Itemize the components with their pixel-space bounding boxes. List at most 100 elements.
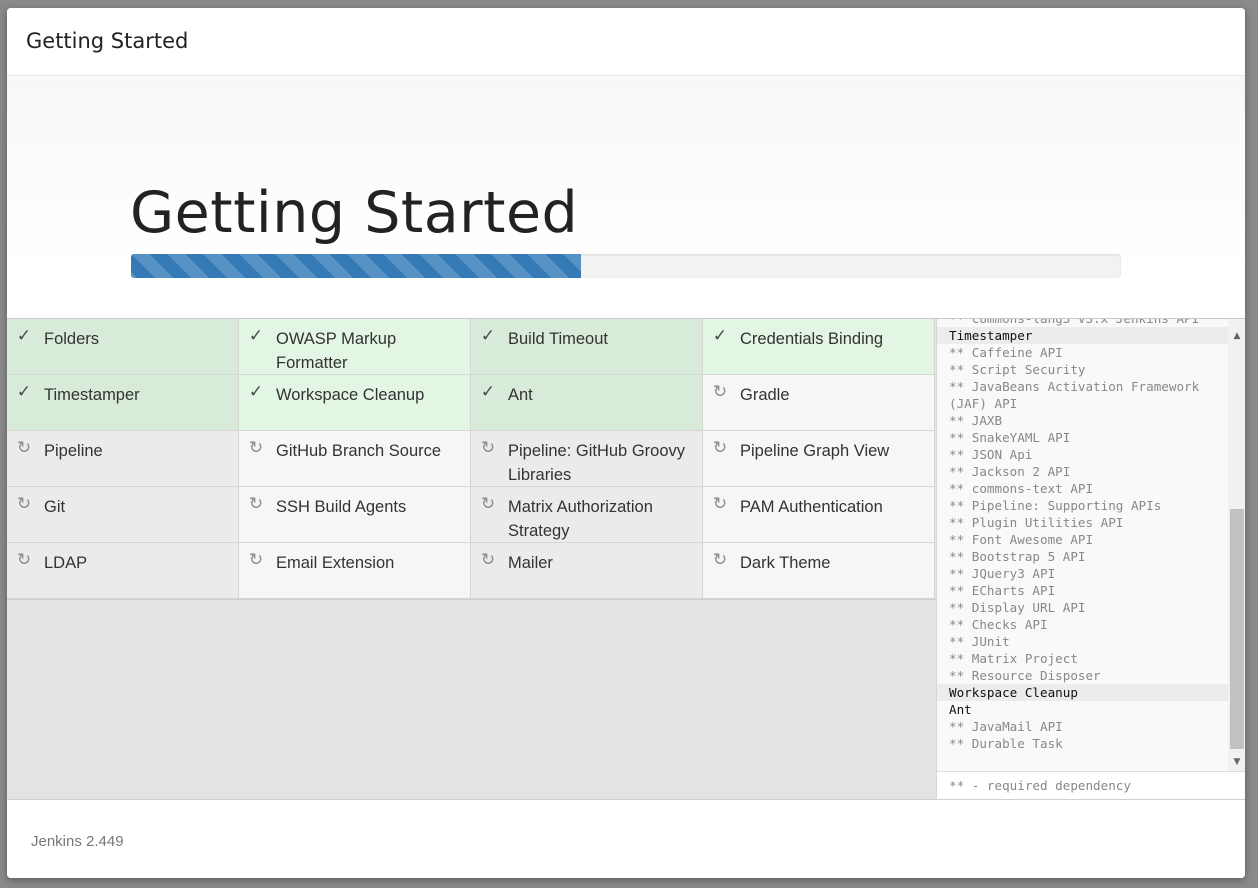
log-dependency-line: ** JUnit [949,634,1010,649]
plugin-item: ↻ Mailer [471,543,703,599]
dialog-title: Getting Started [26,29,189,53]
log-dependency-line: ** Pipeline: Supporting APIs [949,498,1162,513]
log-dependency-line: ** JQuery3 API [949,566,1056,581]
plugin-item: ✓ Ant [471,375,703,431]
log-dependency-line: ** JavaBeans Activation Framework [949,379,1200,394]
refresh-icon: ↻ [712,550,728,569]
check-icon: ✓ [16,326,32,345]
check-icon: ✓ [16,382,32,401]
hero-section: Getting Started [7,76,1245,318]
refresh-icon: ↻ [480,550,496,569]
refresh-icon: ↻ [248,550,264,569]
plugin-name: LDAP [44,554,88,572]
plugin-grid: ✓ Folders ✓ OWASP Markup Formatter ✓ Build Ti… [7,319,936,600]
scroll-up-arrow-icon[interactable]: ▲ [1228,328,1245,345]
dialog-footer: Jenkins 2.449 [7,799,1245,878]
plugin-item: ↻ PAM Authentication [703,487,935,543]
plugin-name: SSH Build Agents [276,498,407,516]
plugin-name: Git [44,498,66,516]
check-icon: ✓ [480,326,496,345]
log-dependency-line: ** Font Awesome API [949,532,1094,547]
refresh-icon: ↻ [480,438,496,457]
log-dependency-line: ** SnakeYAML API [949,430,1071,445]
plugin-item: ✓ Build Timeout [471,319,703,375]
log-dependency-line: ** Plugin Utilities API [949,515,1124,530]
scroll-down-arrow-icon[interactable]: ▼ [1228,754,1245,771]
plugin-item: ↻ Email Extension [239,543,471,599]
plugin-item: ↻ Matrix Authorization Strategy [471,487,703,543]
plugin-name: Pipeline: GitHub Groovy Libraries [508,442,685,484]
log-dependency-line: ** Checks API [949,617,1048,632]
plugin-name: OWASP Markup Formatter [276,330,397,372]
plugin-name: Workspace Cleanup [276,386,425,404]
log-dependency-line: ** Script Security [949,362,1086,377]
check-icon: ✓ [712,326,728,345]
log-dependency-line: ** Caffeine API [949,345,1063,360]
log-dependency-line: ** Display URL API [949,600,1086,615]
install-progress [131,254,1121,278]
plugin-item: ↻ LDAP [7,543,239,599]
refresh-icon: ↻ [712,494,728,513]
plugin-name: Folders [44,330,100,348]
log-dependency-line: ** Resource Disposer [949,668,1101,683]
refresh-icon: ↻ [16,494,32,513]
dialog-header: Getting Started [7,8,1245,76]
refresh-icon: ↻ [712,438,728,457]
hero-title: Getting Started [130,180,579,246]
plugin-name: Credentials Binding [740,330,884,348]
check-icon: ✓ [248,382,264,401]
log-plugin-line: Workspace Cleanup [937,684,1228,701]
plugin-name: Dark Theme [740,554,831,572]
log-dependency-line: ** JavaMail API [949,719,1063,734]
plugin-item: ↻ SSH Build Agents [239,487,471,543]
check-icon: ✓ [480,382,496,401]
log-dependency-line: ** commons-lang3 v3.x Jenkins API [937,319,1228,327]
plugin-name: Timestamper [44,386,140,404]
refresh-icon: ↻ [248,438,264,457]
dependency-legend: ** - required dependency [937,771,1245,800]
plugin-item: ✓ Credentials Binding [703,319,935,375]
log-dependency-line: ** Bootstrap 5 API [949,549,1086,564]
plugin-item: ↻ GitHub Branch Source [239,431,471,487]
plugin-name: Build Timeout [508,330,608,348]
log-dependency-line: ** ECharts API [949,583,1056,598]
plugin-item: ↻ Gradle [703,375,935,431]
plugin-name: Pipeline Graph View [740,442,890,460]
setup-wizard-dialog: Getting Started Getting Started ✓ Folders… [7,8,1245,878]
plugin-name: Ant [508,386,533,404]
plugin-name: PAM Authentication [740,498,883,516]
log-dependency-line: ** Matrix Project [949,651,1078,666]
refresh-icon: ↻ [16,550,32,569]
plugin-name: Matrix Authorization Strategy [508,498,653,540]
log-plugin-line: Timestamper [937,327,1228,344]
refresh-icon: ↻ [480,494,496,513]
log-dependency-line: ** JSON Api [949,447,1033,462]
log-dependency-line: ** commons-text API [949,481,1094,496]
log-dependency-line: ** Jackson 2 API [949,464,1071,479]
plugin-item: ✓ Folders [7,319,239,375]
plugin-item: ✓ OWASP Markup Formatter [239,319,471,375]
plugin-item: ↻ Pipeline Graph View [703,431,935,487]
jenkins-version: Jenkins 2.449 [31,833,124,850]
plugin-name: Pipeline [44,442,103,460]
log-dependency-line: ** JAXB [949,413,1003,428]
plugin-item: ✓ Timestamper [7,375,239,431]
log-dependency-line: ** Durable Task [949,736,1063,751]
plugin-item: ✓ Workspace Cleanup [239,375,471,431]
install-content: ✓ Folders ✓ OWASP Markup Formatter ✓ Build Ti… [7,318,1245,800]
plugin-item: ↻ Dark Theme [703,543,935,599]
plugin-name: GitHub Branch Source [276,442,442,460]
plugin-name: Mailer [508,554,553,572]
log-plugin-line: Ant [949,702,972,717]
install-log-panel: ** commons-lang3 v3.x Jenkins APITimesta… [936,319,1245,800]
plugin-name: Email Extension [276,554,395,572]
log-scrollbar[interactable]: ▲ ▼ [1228,319,1245,771]
plugin-name: Gradle [740,386,790,404]
refresh-icon: ↻ [712,382,728,401]
log-dependency-line: (JAF) API [949,396,1018,411]
plugin-item: ↻ Pipeline [7,431,239,487]
refresh-icon: ↻ [248,494,264,513]
plugin-item: ↻ Pipeline: GitHub Groovy Libraries [471,431,703,487]
scroll-thumb[interactable] [1230,509,1244,749]
install-log[interactable]: ** commons-lang3 v3.x Jenkins APITimesta… [937,319,1228,771]
